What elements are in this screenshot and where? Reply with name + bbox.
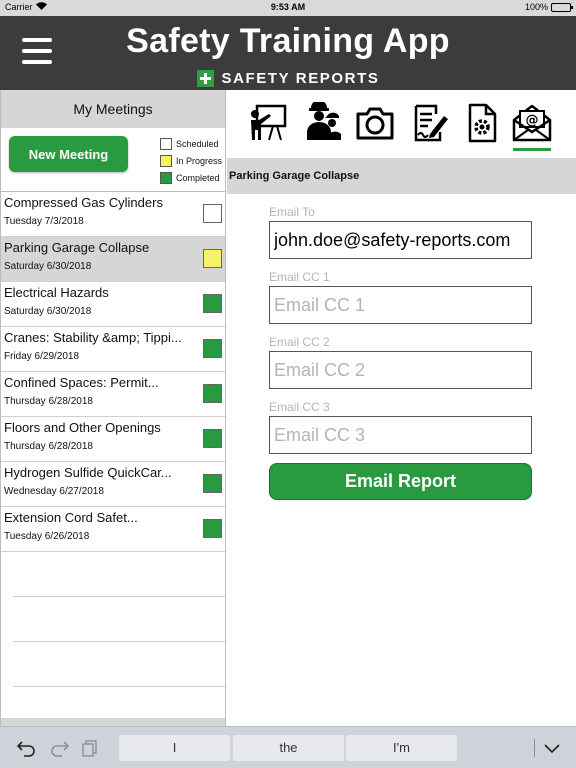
meeting-name: Floors and Other Openings xyxy=(4,420,161,435)
redo-icon[interactable] xyxy=(48,738,70,758)
meeting-status-indicator xyxy=(203,294,222,313)
suggestion-2[interactable]: the xyxy=(233,735,344,761)
status-legend: Scheduled In Progress Completed xyxy=(160,135,222,186)
meeting-date: Friday 6/29/2018 xyxy=(4,351,80,362)
meeting-status-indicator xyxy=(203,519,222,538)
camera-icon[interactable] xyxy=(354,102,396,144)
brand-logo: SAFETY REPORTS xyxy=(0,70,576,87)
meeting-name: Cranes: Stability &amp; Tippi... xyxy=(4,330,182,345)
email-cc2-field[interactable] xyxy=(269,351,532,389)
paste-icon[interactable] xyxy=(79,738,101,758)
email-cc2-label: Email CC 2 xyxy=(269,335,330,349)
meeting-date: Saturday 6/30/2018 xyxy=(4,261,92,272)
meeting-status-indicator xyxy=(203,429,222,448)
meeting-date: Saturday 6/30/2018 xyxy=(4,306,92,317)
app-screen: Carrier 9:53 AM 100% Safety Training App… xyxy=(0,0,576,768)
battery-info: 100% xyxy=(524,2,573,12)
new-meeting-button[interactable]: New Meeting xyxy=(9,136,128,172)
suggestion-3[interactable]: I'm xyxy=(346,735,457,761)
legend-item: Scheduled xyxy=(160,135,222,152)
dismiss-keyboard-icon[interactable] xyxy=(541,738,563,758)
meeting-list-item[interactable]: Cranes: Stability &amp; Tippi... Friday 6… xyxy=(1,327,225,372)
meeting-list-item[interactable]: Extension Cord Safet... Tuesday 6/26/2018 xyxy=(1,507,225,552)
meeting-list: Compressed Gas Cylinders Tuesday 7/3/2018… xyxy=(1,192,225,552)
suggestion-1[interactable]: I xyxy=(119,735,230,761)
meeting-list-item[interactable]: Confined Spaces: Permit... Thursday 6/28/… xyxy=(1,372,225,417)
meetings-sidebar: My Meetings New Meeting Scheduled In Prog… xyxy=(0,90,226,732)
meeting-list-item[interactable]: Electrical Hazards Saturday 6/30/2018 xyxy=(1,282,225,327)
keyboard-shortcut-bar: I the I'm xyxy=(0,726,576,768)
legend-label: In Progress xyxy=(176,155,223,166)
undo-icon[interactable] xyxy=(16,738,38,758)
document-settings-icon[interactable] xyxy=(461,102,503,144)
legend-item: In Progress xyxy=(160,152,222,169)
meeting-name: Extension Cord Safet... xyxy=(4,510,138,525)
legend-label: Scheduled xyxy=(176,138,219,149)
meeting-name: Compressed Gas Cylinders xyxy=(4,195,163,210)
meeting-status-indicator xyxy=(203,204,222,223)
email-to-field[interactable] xyxy=(269,221,532,259)
email-icon[interactable]: @ xyxy=(511,102,553,151)
sidebar-controls: New Meeting Scheduled In Progress Complete… xyxy=(1,128,225,192)
first-aid-cross-icon xyxy=(196,70,214,87)
meeting-date: Tuesday 7/3/2018 xyxy=(4,216,84,227)
meeting-toolbar: @ xyxy=(227,90,576,158)
sidebar-footer xyxy=(1,718,225,726)
svg-text:@: @ xyxy=(526,113,539,128)
email-cc1-field[interactable] xyxy=(269,286,532,324)
email-cc3-field[interactable] xyxy=(269,416,532,454)
sign-document-icon[interactable] xyxy=(408,102,450,144)
sidebar-title: My Meetings xyxy=(1,90,225,128)
meeting-date: Thursday 6/28/2018 xyxy=(4,396,93,407)
meeting-status-indicator xyxy=(203,384,222,403)
meeting-list-item[interactable]: Hydrogen Sulfide QuickCar... Wednesday 6/… xyxy=(1,462,225,507)
meeting-status-indicator xyxy=(203,474,222,493)
email-cc1-label: Email CC 1 xyxy=(269,270,330,284)
meeting-date: Thursday 6/28/2018 xyxy=(4,441,93,452)
clock: 9:53 AM xyxy=(270,2,306,12)
legend-item: Completed xyxy=(160,169,222,186)
meeting-name: Electrical Hazards xyxy=(4,285,109,300)
meeting-date: Wednesday 6/27/2018 xyxy=(4,486,104,497)
presentation-icon[interactable] xyxy=(247,102,289,144)
email-report-button[interactable]: Email Report xyxy=(269,463,532,500)
email-to-label: Email To xyxy=(269,205,315,219)
meeting-name: Confined Spaces: Permit... xyxy=(4,375,159,390)
legend-swatch xyxy=(160,137,172,150)
app-title: Safety Training App xyxy=(126,22,450,60)
meeting-list-item[interactable]: Parking Garage Collapse Saturday 6/30/201… xyxy=(1,237,225,282)
app-header: Safety Training App SAFETY REPORTS xyxy=(0,16,576,90)
battery-percent: 100% xyxy=(524,2,548,12)
legend-label: Completed xyxy=(176,172,220,183)
status-bar: Carrier 9:53 AM 100% xyxy=(0,0,576,16)
meeting-status-indicator xyxy=(203,339,222,358)
workers-icon[interactable] xyxy=(301,100,343,144)
meeting-list-item[interactable]: Compressed Gas Cylinders Tuesday 7/3/2018 xyxy=(1,192,225,237)
email-cc3-label: Email CC 3 xyxy=(269,400,330,414)
meeting-list-item[interactable]: Floors and Other Openings Thursday 6/28/2… xyxy=(1,417,225,462)
brand-name: SAFETY REPORTS xyxy=(221,70,380,87)
meeting-status-indicator xyxy=(203,249,222,268)
meeting-name: Hydrogen Sulfide QuickCar... xyxy=(4,465,172,480)
empty-row xyxy=(13,552,225,597)
selected-meeting-title: Parking Garage Collapse xyxy=(227,158,576,194)
legend-swatch xyxy=(160,171,172,184)
email-report-form: Email To Email CC 1 Email CC 2 Email CC … xyxy=(269,194,532,500)
legend-swatch xyxy=(160,154,172,167)
meeting-date: Tuesday 6/26/2018 xyxy=(4,531,90,542)
empty-row xyxy=(13,642,225,687)
kb-divider xyxy=(534,739,535,757)
battery-icon xyxy=(551,2,573,12)
empty-row xyxy=(13,597,225,642)
meeting-name: Parking Garage Collapse xyxy=(4,240,150,255)
